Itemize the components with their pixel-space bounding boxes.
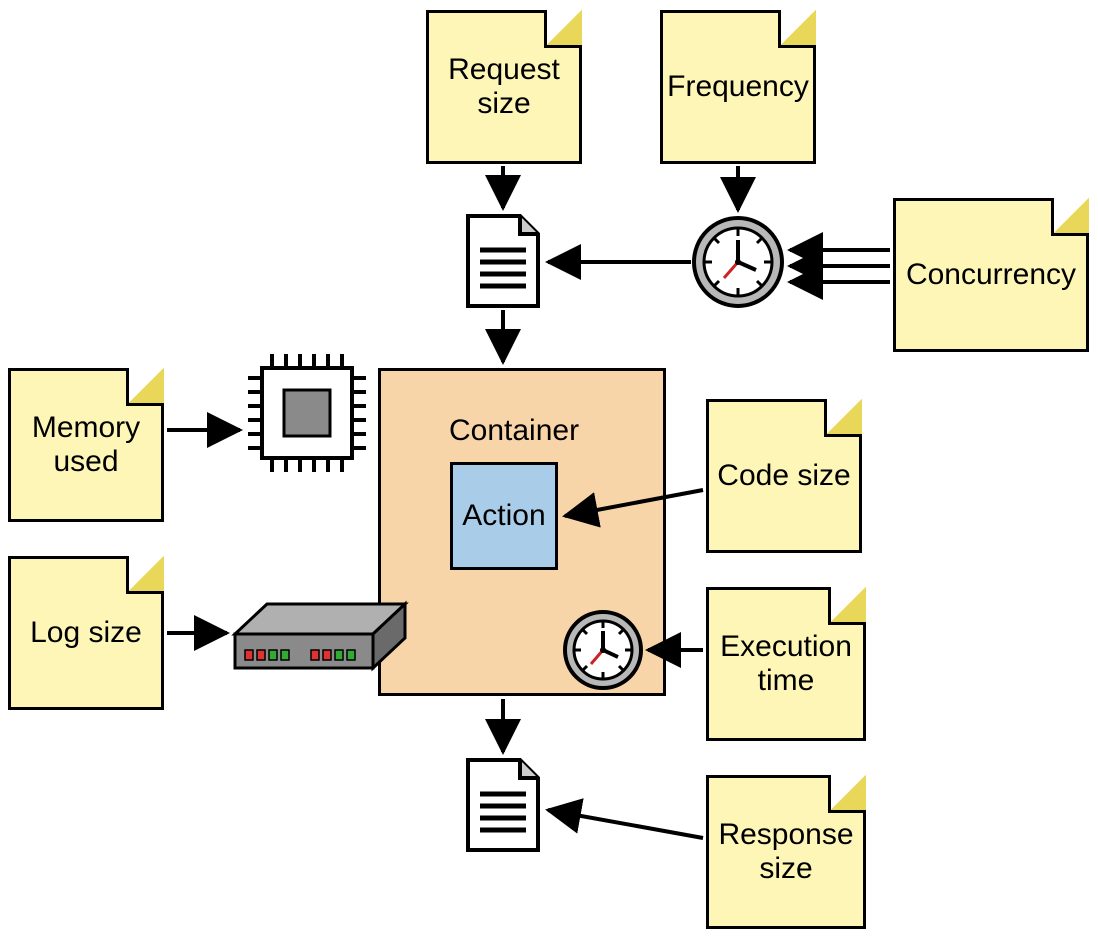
arrow-response-to-doc bbox=[548, 810, 703, 838]
clock-icon-container bbox=[565, 612, 641, 688]
server-icon bbox=[235, 604, 405, 668]
document-icon bbox=[468, 216, 538, 306]
cpu-icon bbox=[248, 354, 366, 472]
arrow-code-to-action bbox=[565, 490, 703, 516]
clock-icon-top bbox=[694, 218, 782, 306]
document-icon-bottom bbox=[468, 760, 538, 850]
